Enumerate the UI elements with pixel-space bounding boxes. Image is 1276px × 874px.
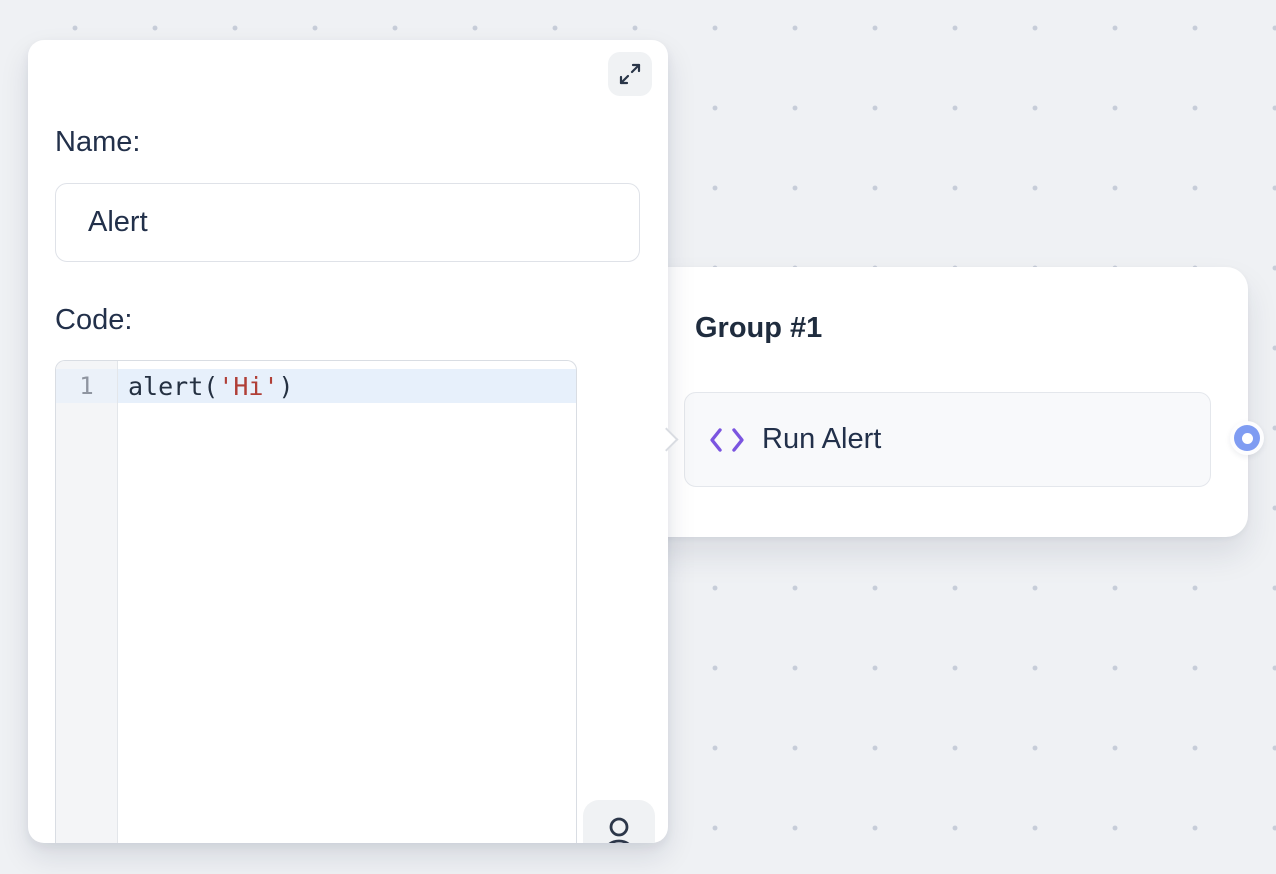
node-run-alert[interactable]: Run Alert [684, 392, 1211, 487]
group-title: Group #1 [695, 311, 822, 346]
name-label: Name: [55, 124, 140, 162]
code-token: ) [279, 372, 294, 401]
code-token: alert( [128, 372, 218, 401]
group-card: Group #1 Run Alert [640, 267, 1248, 537]
node-editor-panel: Name: Code: 1 alert('Hi') [28, 40, 668, 843]
code-editor[interactable]: 1 alert('Hi') [55, 360, 577, 843]
code-token-string: 'Hi' [218, 372, 278, 401]
code-label: Code: [55, 302, 132, 340]
node-label: Run Alert [762, 423, 881, 456]
flow-canvas[interactable]: Group #1 Run Alert [0, 0, 1276, 874]
editor-gutter: 1 [56, 361, 118, 843]
code-line: alert('Hi') [118, 369, 576, 403]
user-button[interactable] [583, 800, 655, 843]
expand-icon [618, 62, 642, 86]
expand-button[interactable] [608, 52, 652, 96]
editor-content[interactable]: alert('Hi') [118, 361, 576, 843]
connector-halo [1230, 421, 1264, 455]
code-icon [709, 427, 745, 453]
name-input[interactable] [55, 183, 640, 262]
line-number: 1 [56, 369, 117, 403]
person-icon [583, 800, 655, 843]
output-connector[interactable] [1234, 425, 1260, 451]
